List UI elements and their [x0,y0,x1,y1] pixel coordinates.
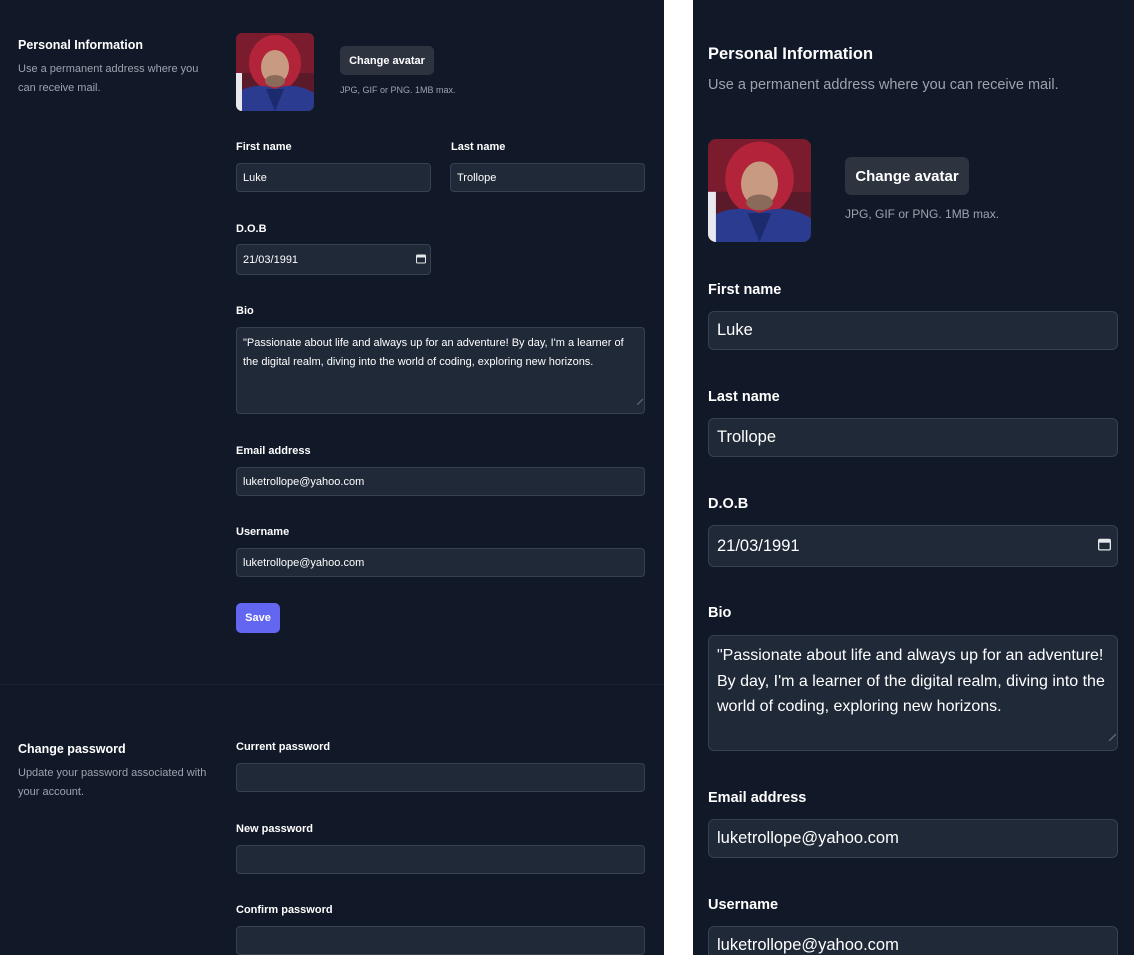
first-name-field[interactable]: Luke [708,311,1118,350]
bio-textarea[interactable]: "Passionate about life and always up for… [236,327,645,414]
last-name-field[interactable]: Trollope [708,418,1118,457]
bio-text: "Passionate about life and always up for… [717,647,1105,715]
email-field[interactable]: luketrollope@yahoo.com [708,819,1118,858]
email-label: Email address [708,790,807,806]
username-label: Username [236,526,290,538]
section-divider [0,684,664,685]
confirm-password-field[interactable] [236,926,645,955]
personal-info-description: Use a permanent address where you can re… [708,77,1059,93]
dob-label: D.O.B [236,223,267,235]
avatar [708,139,811,242]
last-name-field[interactable]: Trollope [450,163,645,192]
dob-value: 21/03/1991 [717,536,800,555]
change-avatar-button[interactable]: Change avatar [845,157,969,195]
first-name-label: First name [236,141,292,153]
personal-info-description: Use a permanent address where you can re… [18,63,199,94]
dob-field[interactable]: 21/03/1991 [236,244,431,275]
settings-panel-mobile: Personal Information Use a permanent add… [693,0,1134,955]
username-field[interactable]: luketrollope@yahoo.com [708,926,1118,955]
personal-info-title: Personal Information [708,45,874,63]
bio-label: Bio [236,305,254,317]
new-password-label: New password [236,823,314,835]
resize-handle-icon[interactable] [636,393,644,412]
settings-panel-desktop: Personal Information Use a permanent add… [0,0,664,955]
email-field[interactable]: luketrollope@yahoo.com [236,467,645,496]
last-name-label: Last name [451,141,506,153]
first-name-label: First name [708,282,782,298]
bio-textarea[interactable]: "Passionate about life and always up for… [708,635,1118,751]
avatar-hint: JPG, GIF or PNG. 1MB max. [340,85,456,95]
current-password-field[interactable] [236,763,645,792]
email-label: Email address [236,445,311,457]
change-avatar-button[interactable]: Change avatar [340,46,434,75]
avatar-photo [236,33,314,111]
bio-text: "Passionate about life and always up for… [243,337,624,368]
avatar [236,33,314,111]
current-password-label: Current password [236,741,331,753]
calendar-icon[interactable] [1098,537,1111,556]
save-button[interactable]: Save [236,603,280,633]
bio-label: Bio [708,605,732,621]
dob-label: D.O.B [708,496,749,512]
last-name-label: Last name [708,389,780,405]
change-password-description: Update your password associated with you… [18,767,207,798]
change-password-title: Change password [18,742,126,756]
calendar-icon[interactable] [416,253,426,266]
confirm-password-label: Confirm password [236,904,333,916]
resize-handle-icon[interactable] [1108,724,1117,750]
avatar-photo [708,139,811,242]
first-name-field[interactable]: Luke [236,163,431,192]
dob-field[interactable]: 21/03/1991 [708,525,1118,567]
personal-info-title: Personal Information [18,38,144,52]
username-field[interactable]: luketrollope@yahoo.com [236,548,645,577]
avatar-hint: JPG, GIF or PNG. 1MB max. [845,207,1000,221]
dob-value: 21/03/1991 [243,253,299,266]
new-password-field[interactable] [236,845,645,874]
username-label: Username [708,897,779,913]
